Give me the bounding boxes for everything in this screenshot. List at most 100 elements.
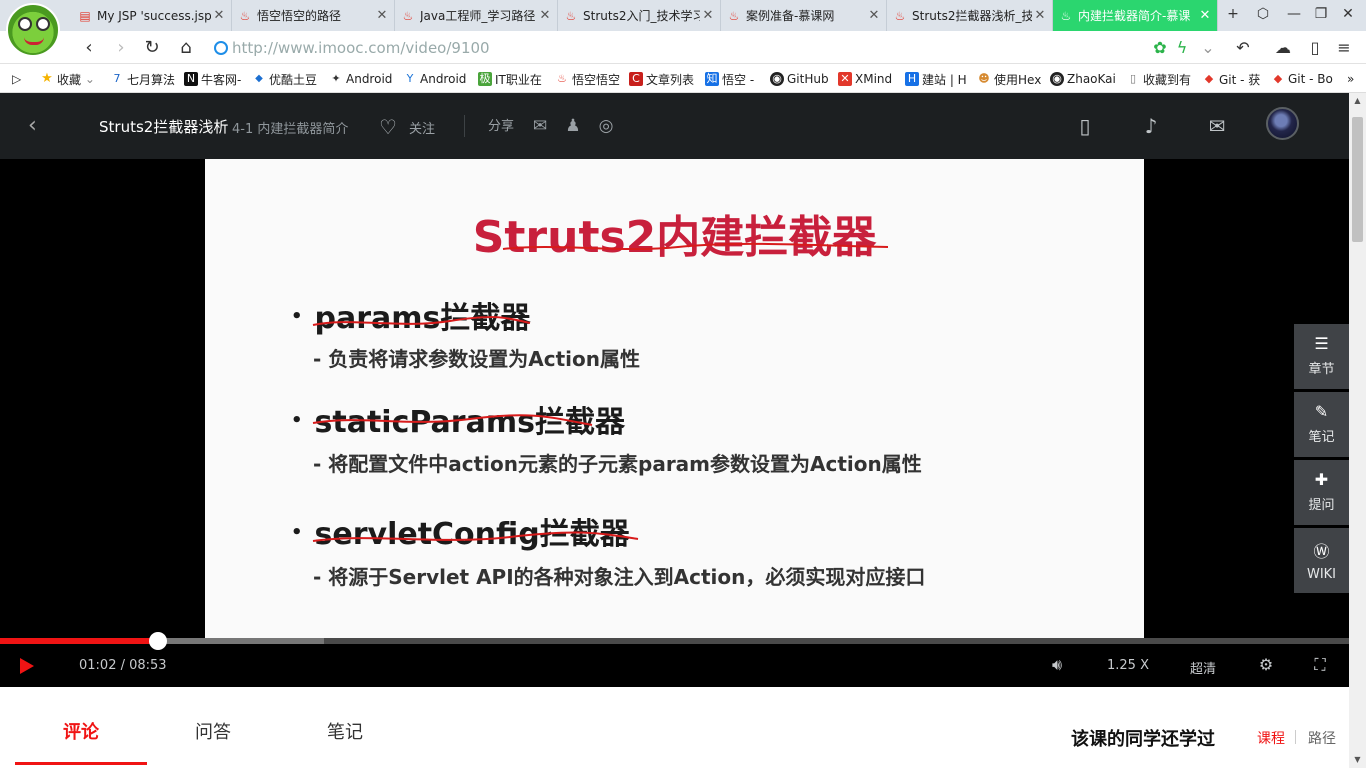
bookmark[interactable]: ◆ 优酷土豆: [252, 70, 317, 88]
avatar[interactable]: [1266, 107, 1299, 140]
browser-tab[interactable]: ♨ Java工程师_学习路径 ✕: [395, 0, 558, 31]
browser-tab[interactable]: ♨ Struts2拦截器浅析_技 ✕: [887, 0, 1053, 31]
bell-icon[interactable]: ♪: [1138, 113, 1164, 139]
quality-button[interactable]: 超清: [1190, 658, 1216, 677]
speed-button[interactable]: 1.25 X: [1107, 658, 1149, 673]
bookmark[interactable]: 极 IT职业在: [478, 70, 542, 88]
scroll-down-icon[interactable]: ▼: [1349, 752, 1366, 768]
slide-title: Struts2内建拦截器: [472, 212, 877, 263]
chapters-button[interactable]: ☰ 章节: [1294, 324, 1349, 389]
also-learned-title: 该课的同学还学过: [1071, 729, 1215, 750]
bookmark[interactable]: ◉ GitHub: [770, 70, 829, 88]
bookmark[interactable]: ✦ Android: [329, 70, 392, 88]
list-icon: ☰: [1314, 334, 1329, 353]
browser-tab-active[interactable]: ♨ 内建拦截器简介-慕课 ✕: [1053, 0, 1218, 31]
phone-icon[interactable]: ▯: [1305, 37, 1325, 59]
tab-notes[interactable]: 笔记: [327, 718, 363, 744]
scroll-up-icon[interactable]: ▲: [1349, 93, 1366, 109]
bookmark[interactable]: C 文章列表: [629, 70, 694, 88]
undo-icon[interactable]: ↶: [1233, 37, 1253, 59]
browser-tab[interactable]: ♨ Struts2入门_技术学习 ✕: [558, 0, 721, 31]
cloud-icon[interactable]: ☁: [1273, 37, 1293, 59]
close-icon[interactable]: ✕: [700, 8, 716, 23]
content-tabs: 评论 问答 笔记 该课的同学还学过 课程 路径: [0, 687, 1349, 768]
more-bookmarks-icon[interactable]: »: [1347, 70, 1354, 88]
sidebar-toggle-icon[interactable]: ▷: [12, 70, 21, 88]
refresh-icon[interactable]: ↻: [141, 37, 163, 59]
close-icon[interactable]: ✕: [374, 8, 390, 23]
close-icon[interactable]: ✕: [1032, 8, 1048, 23]
bookmark[interactable]: N 牛客网-: [184, 70, 241, 88]
address-bar[interactable]: http://www.imooc.com/video/9100: [210, 35, 1220, 61]
video-player[interactable]: Struts2内建拦截器 • params拦截器 - 负责将请求参数设置为Acti…: [0, 159, 1349, 644]
bookmark[interactable]: 7 七月算法: [110, 70, 176, 88]
forward-icon[interactable]: ›: [110, 37, 132, 59]
course-header: ‹ Struts2拦截器浅析 4-1 内建拦截器简介 ♡ 关注 分享 ✉ ♟ ◎…: [0, 93, 1349, 159]
volume-icon[interactable]: 🔊︎: [1047, 656, 1067, 674]
gear-icon[interactable]: ⚙: [1256, 656, 1276, 674]
restore-tabs-icon[interactable]: ⬡: [1253, 6, 1273, 26]
active-tab-indicator: [15, 762, 147, 765]
bookmark[interactable]: ✕ XMind: [838, 70, 892, 88]
tab-paths[interactable]: 路径: [1308, 728, 1336, 748]
qq-icon[interactable]: ♟: [561, 115, 585, 137]
wiki-button[interactable]: Ⓦ WIKI: [1294, 528, 1349, 593]
video-frame: Struts2内建拦截器 • params拦截器 - 负责将请求参数设置为Acti…: [205, 159, 1144, 644]
slide-description: - 将源于Servlet API的各种对象注入到Action，必须实现对应接口: [313, 565, 926, 589]
maximize-button[interactable]: ❐: [1311, 6, 1331, 26]
share-label: 分享: [488, 119, 515, 134]
bookmark[interactable]: ◆ Git - 获: [1202, 70, 1261, 88]
lightning-icon[interactable]: ϟ: [1172, 37, 1192, 59]
browser-tab[interactable]: ♨ 悟空悟空的路径 ✕: [232, 0, 395, 31]
course-title[interactable]: Struts2拦截器浅析: [99, 116, 228, 137]
bookmark[interactable]: H 建站 | H: [905, 70, 967, 88]
browser-tab[interactable]: ▤ My JSP 'success.jsp' ✕: [72, 0, 232, 31]
weibo-icon[interactable]: ◎: [594, 115, 618, 137]
home-icon[interactable]: ⌂: [175, 37, 197, 59]
back-arrow-icon[interactable]: ‹: [28, 113, 37, 138]
xmind-icon: ✕: [838, 72, 852, 86]
vertical-scrollbar[interactable]: ▲ ▼: [1349, 93, 1366, 768]
ask-button[interactable]: ✚ 提问: [1294, 460, 1349, 525]
chevron-down-icon[interactable]: ⌄: [1198, 37, 1218, 59]
progress-handle[interactable]: [148, 632, 167, 650]
bookmark[interactable]: ◉ ZhaoKai: [1050, 70, 1116, 88]
play-icon[interactable]: [20, 658, 34, 674]
android-icon: ✦: [331, 72, 341, 85]
security-icon[interactable]: ✿: [1150, 37, 1170, 59]
bookmark[interactable]: ♨ 悟空悟空: [555, 70, 620, 88]
follow-button[interactable]: ♡ 关注: [379, 115, 435, 139]
progress-fill: [0, 638, 158, 644]
tab-qa[interactable]: 问答: [195, 718, 231, 744]
player-controls: 01:02 / 08:53 🔊︎ 1.25 X 超清 ⚙ ⛶: [0, 632, 1349, 687]
notes-button[interactable]: ✎ 笔记: [1294, 392, 1349, 457]
close-icon[interactable]: ✕: [537, 8, 553, 23]
new-tab-button[interactable]: +: [1223, 6, 1243, 26]
fullscreen-icon[interactable]: ⛶: [1310, 656, 1330, 674]
close-icon[interactable]: ✕: [211, 8, 227, 23]
bookmark[interactable]: 知悟空 -: [705, 70, 754, 88]
mobile-icon[interactable]: ▯: [1072, 113, 1098, 139]
minimize-button[interactable]: —: [1284, 6, 1304, 26]
globe-icon: [214, 41, 228, 55]
bookmark[interactable]: ☻ 使用Hex: [977, 70, 1041, 88]
imooc-flame-icon: ♨: [894, 8, 906, 23]
close-icon[interactable]: ✕: [1197, 8, 1213, 23]
back-icon[interactable]: ‹: [78, 37, 100, 59]
close-icon[interactable]: ✕: [866, 8, 882, 23]
bookmark[interactable]: ★ 收藏 ⌄: [40, 70, 95, 88]
scroll-thumb[interactable]: [1352, 117, 1363, 242]
bookmark[interactable]: ▯ 收藏到有: [1126, 70, 1191, 88]
mail-icon[interactable]: ✉: [1204, 113, 1230, 139]
imooc-flame-icon: ♨: [239, 8, 251, 23]
bookmark[interactable]: ◆ Git - Bo: [1271, 70, 1333, 88]
close-window-button[interactable]: ✕: [1338, 6, 1358, 26]
browser-logo[interactable]: [6, 3, 60, 57]
tab-comments[interactable]: 评论: [63, 718, 99, 744]
menu-icon[interactable]: ≡: [1334, 37, 1354, 59]
wechat-icon[interactable]: ✉: [528, 115, 552, 137]
browser-tab[interactable]: ♨ 案例准备-慕课网 ✕: [721, 0, 887, 31]
tab-courses[interactable]: 课程: [1257, 728, 1285, 748]
bookmark[interactable]: Y Android: [403, 70, 467, 88]
progress-bar[interactable]: [0, 632, 1349, 650]
